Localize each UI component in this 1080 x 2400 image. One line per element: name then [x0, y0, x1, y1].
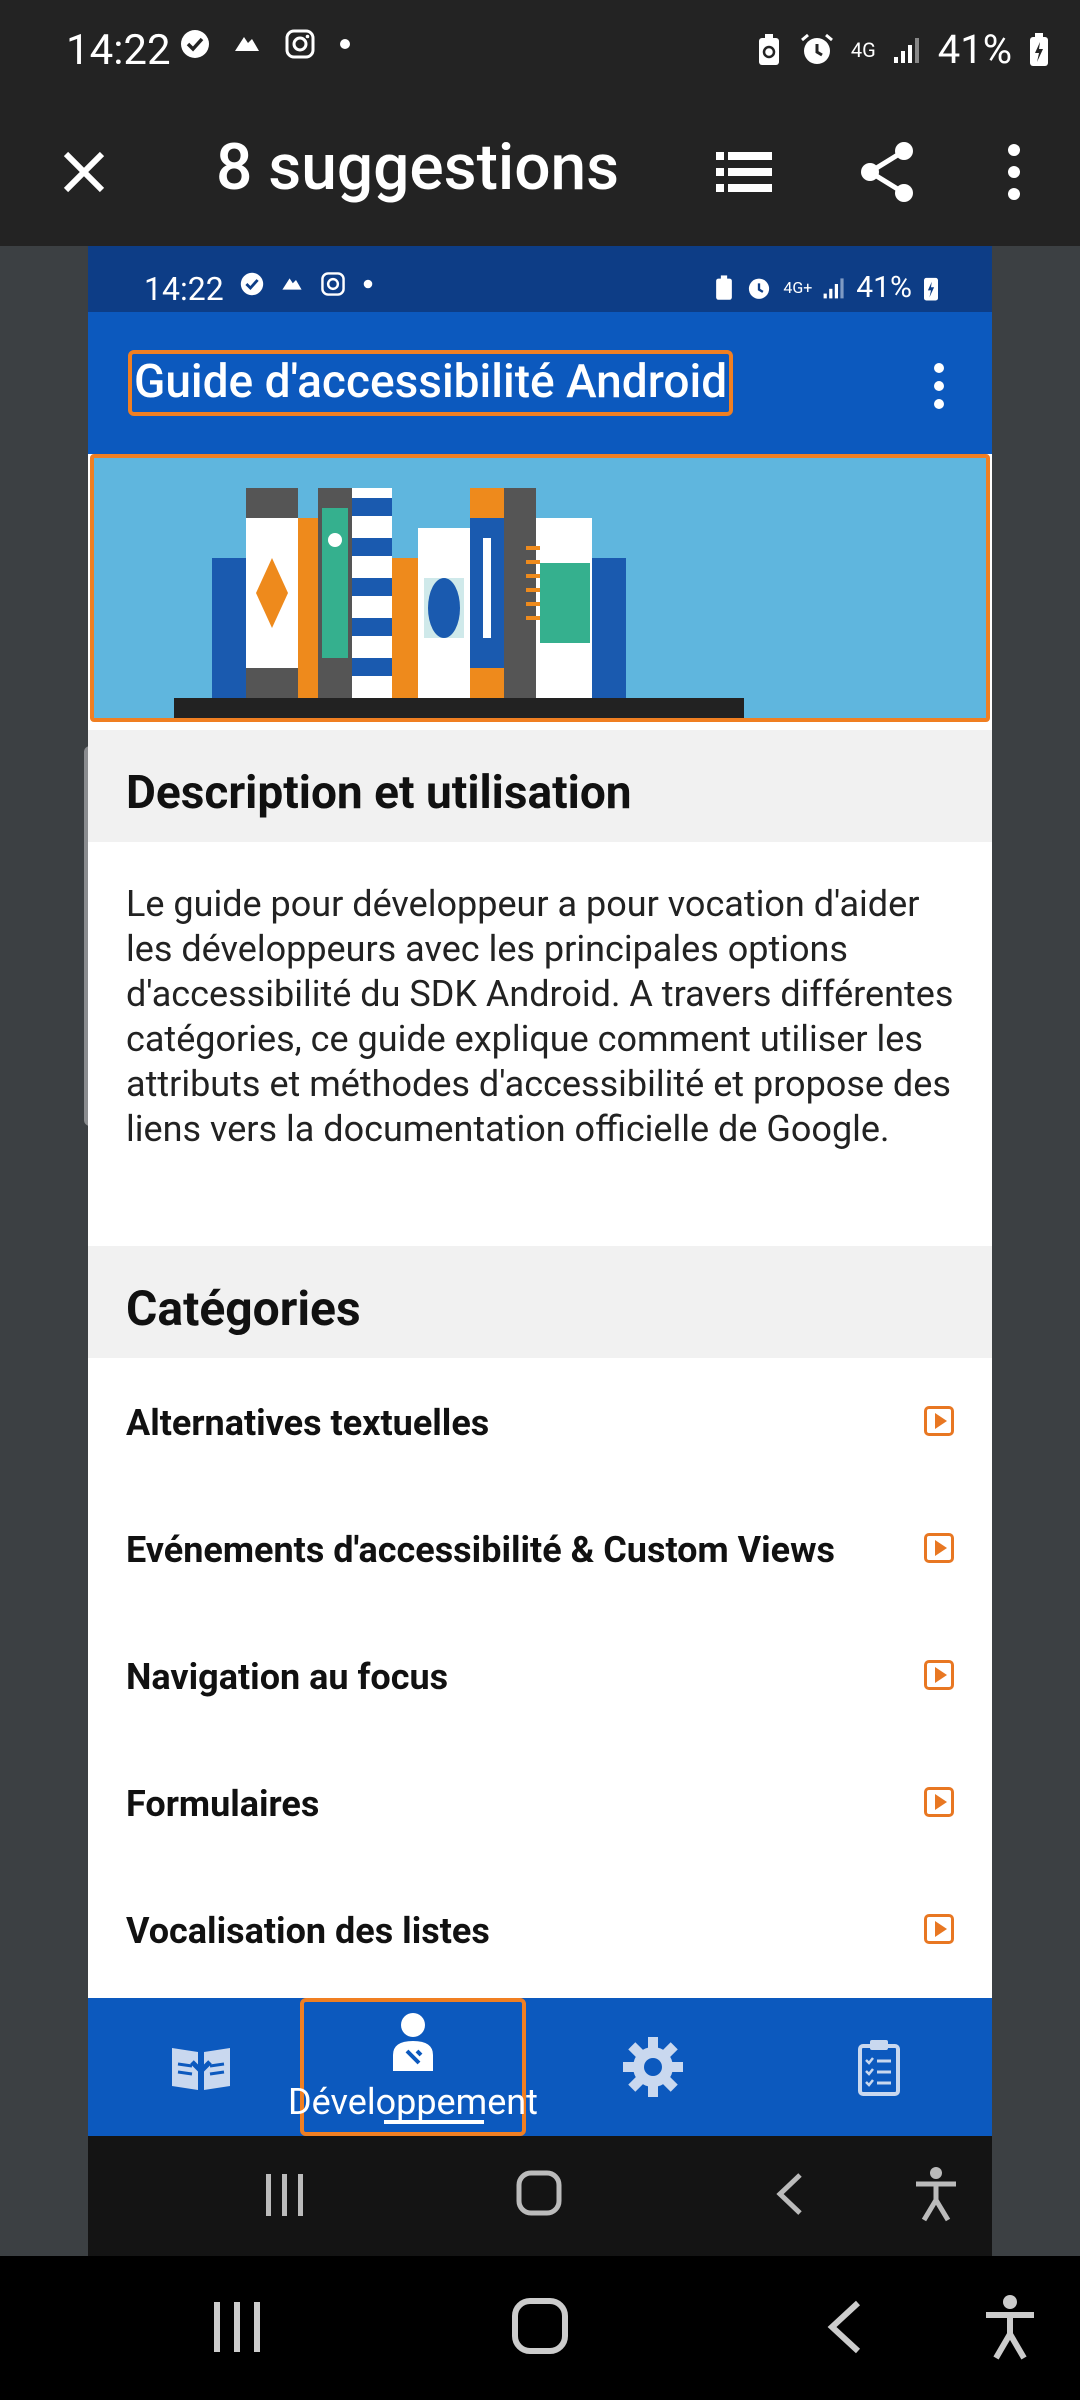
list-icon: [716, 152, 772, 192]
list-view-button[interactable]: [708, 136, 780, 208]
more-vert-icon: [1008, 144, 1020, 200]
system-navigation-bar: [0, 2256, 1080, 2400]
category-label: Evénements d'accessibilité & Custom View…: [126, 1529, 836, 1571]
chevron-right-icon: [924, 1914, 954, 1944]
app-menu-button[interactable]: [924, 362, 954, 410]
suggestions-title: 8 suggestions: [216, 130, 620, 205]
nav-item-settings[interactable]: [540, 1998, 766, 2136]
nav-label-development: Développement: [288, 2081, 538, 2123]
chevron-right-icon: [924, 1406, 954, 1436]
description-text: Le guide pour développeur a pour vocatio…: [126, 883, 954, 1150]
description-heading: Description et utilisation: [88, 730, 992, 842]
scanner-toolbar: 8 suggestions: [0, 100, 1080, 246]
share-button[interactable]: [852, 136, 924, 208]
battery-percent: 41%: [937, 26, 1012, 73]
close-icon: [63, 151, 105, 193]
category-label: Navigation au focus: [126, 1656, 449, 1698]
instagram-icon: [321, 272, 345, 296]
category-label: Alternatives textuelles: [126, 1402, 490, 1444]
active-indicator: [384, 2120, 484, 2124]
category-label: Formulaires: [126, 1783, 320, 1825]
inner-status-time: 14:22: [144, 270, 224, 308]
inner-status-bar: 14:22 4G+ 41%: [88, 246, 992, 312]
check-circle-icon: [181, 30, 209, 58]
more-options-button[interactable]: [978, 136, 1050, 208]
back-icon[interactable]: [774, 2172, 804, 2216]
battery-percent: 41%: [856, 270, 912, 305]
nav-item-development[interactable]: Développement: [288, 1998, 538, 2136]
alarm-icon: [800, 33, 833, 64]
app-title: Guide d'accessibilité Android: [128, 350, 734, 416]
gear-icon: [623, 2037, 683, 2097]
home-icon[interactable]: [512, 2298, 568, 2354]
bottom-navigation: Développement: [88, 1998, 992, 2136]
weather-icon: [282, 278, 302, 290]
bookshelf-illustration: [174, 488, 744, 718]
nav-item-checklist[interactable]: [766, 1998, 992, 2136]
developer-icon: [393, 2013, 433, 2071]
battery-charging-icon: [924, 277, 938, 300]
recent-apps-icon[interactable]: [264, 2172, 306, 2218]
chevron-right-icon: [924, 1787, 954, 1817]
category-item[interactable]: Evénements d'accessibilité & Custom View…: [88, 1485, 992, 1612]
chevron-right-icon: [924, 1660, 954, 1690]
categories-heading: Catégories: [88, 1246, 992, 1358]
close-button[interactable]: [48, 136, 120, 208]
category-item[interactable]: Formulaires: [88, 1739, 992, 1866]
battery-saver-icon: [716, 274, 733, 300]
accessibility-icon[interactable]: [982, 2294, 1038, 2360]
chevron-right-icon: [924, 1533, 954, 1563]
category-item[interactable]: Alternatives textuelles: [88, 1358, 992, 1485]
book-download-icon: [172, 2042, 230, 2090]
status-time: 14:22: [66, 26, 171, 75]
signal-icon: [823, 277, 844, 298]
header-banner-image: [90, 454, 990, 722]
back-icon[interactable]: [826, 2300, 862, 2354]
app-bar: Guide d'accessibilité Android: [88, 312, 992, 454]
network-type-label: 4G+: [783, 278, 813, 297]
recent-apps-icon[interactable]: [212, 2300, 262, 2354]
accessibility-icon[interactable]: [912, 2166, 960, 2222]
share-icon: [861, 142, 913, 202]
instagram-icon: [285, 29, 315, 59]
app-screenshot-preview: 14:22 4G+ 41% Guide d'accessibilité Andr…: [88, 246, 992, 2256]
nav-item-guide[interactable]: [88, 1998, 314, 2136]
more-vert-icon: [934, 363, 944, 409]
signal-icon: [893, 37, 919, 63]
network-type-label: 4G: [850, 37, 876, 62]
category-item[interactable]: Navigation au focus: [88, 1612, 992, 1739]
category-item[interactable]: Vocalisation des listes: [88, 1866, 992, 1993]
battery-saver-icon: [758, 33, 779, 65]
clipboard-checklist-icon: [858, 2040, 900, 2096]
home-icon[interactable]: [516, 2170, 562, 2216]
battery-charging-icon: [1030, 32, 1048, 66]
dot-icon: [340, 39, 350, 49]
check-circle-icon: [240, 272, 264, 296]
alarm-icon: [749, 278, 770, 299]
outer-status-bar: 14:22 4G 41%: [0, 0, 1080, 100]
category-label: Vocalisation des listes: [126, 1910, 490, 1952]
dot-icon: [363, 279, 373, 289]
weather-icon: [235, 37, 259, 51]
inner-system-nav: [88, 2136, 992, 2256]
